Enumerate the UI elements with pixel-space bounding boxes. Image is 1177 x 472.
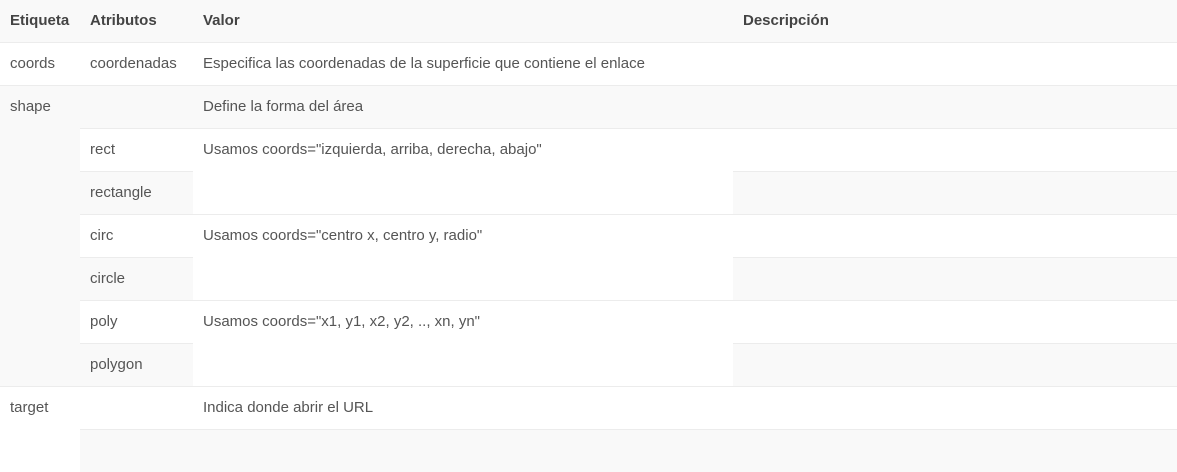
header-valor: Valor (203, 12, 240, 30)
attr-cell (80, 84, 193, 128)
value-cell: Indica donde abrir el URL (193, 385, 733, 429)
description-cell (733, 342, 1177, 386)
tag-cell: coords (0, 41, 80, 85)
description-cell (733, 385, 1177, 429)
description-cell (733, 41, 1177, 85)
tag-cell: target (0, 385, 80, 472)
description-cell (733, 213, 1177, 257)
value-cell: Usamos coords="centro x, centro y, radio… (193, 213, 733, 300)
attributes-table: Etiqueta Atributos Valor Descripción coo… (0, 0, 1177, 472)
header-etiqueta: Etiqueta (10, 12, 70, 30)
table-row (0, 428, 1177, 472)
value-cell: Usamos coords="x1, y1, x2, y2, .., xn, y… (193, 299, 733, 386)
table-row: shape Define la forma del área (0, 84, 1177, 386)
table-header: Etiqueta Atributos Valor Descripción (0, 0, 1177, 42)
attr-cell: circle (80, 256, 193, 300)
description-cell (733, 428, 1177, 472)
table-row: rect Usamos coords="izquierda, arriba, d… (0, 127, 1177, 214)
value-cell (193, 428, 733, 472)
attr-cell: circ (80, 213, 193, 257)
table-row: coords coordenadas Especifica las coorde… (0, 41, 1177, 85)
header-atributos: Atributos (90, 12, 157, 30)
value-cell: Define la forma del área (193, 84, 733, 128)
attr-cell: poly (80, 299, 193, 343)
header-descripcion: Descripción (743, 12, 829, 30)
tag-cell: shape (0, 84, 80, 386)
attr-cell: coordenadas (80, 41, 193, 85)
description-cell (733, 299, 1177, 343)
attr-cell: rect (80, 127, 193, 171)
table-row: circ Usamos coords="centro x, centro y, … (0, 213, 1177, 300)
table-row: poly Usamos coords="x1, y1, x2, y2, .., … (0, 299, 1177, 386)
table-row: target Indica donde abrir el URL (0, 385, 1177, 472)
value-cell: Especifica las coordenadas de la superfi… (193, 41, 733, 85)
attr-cell (80, 385, 193, 429)
description-cell (733, 84, 1177, 128)
description-cell (733, 256, 1177, 300)
description-cell (733, 170, 1177, 214)
attr-cell: rectangle (80, 170, 193, 214)
attr-cell: polygon (80, 342, 193, 386)
attr-cell (80, 428, 193, 472)
description-cell (733, 127, 1177, 171)
value-cell: Usamos coords="izquierda, arriba, derech… (193, 127, 733, 214)
